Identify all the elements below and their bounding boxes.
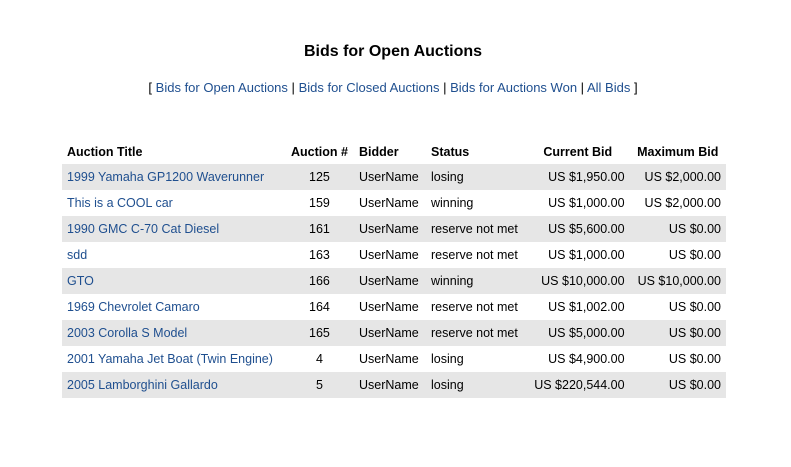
- cell-current-bid: US $1,000.00: [548, 248, 625, 262]
- table-row: GTO 166 UserName winning US $10,000.00 U…: [62, 268, 726, 294]
- cell-status: reserve not met: [431, 300, 518, 314]
- cell-bidder: UserName: [359, 196, 419, 210]
- auction-title-link[interactable]: This is a COOL car: [67, 196, 173, 210]
- cell-status: losing: [426, 164, 526, 190]
- cell-auction-title: 1990 GMC C-70 Cat Diesel: [62, 216, 285, 242]
- cell-maximum-bid: US $0.00: [668, 352, 721, 366]
- table-row: 2003 Corolla S Model 165 UserName reserv…: [62, 320, 726, 346]
- cell-bidder: UserName: [359, 300, 419, 314]
- nav-separator: |: [580, 80, 585, 95]
- cell-auction-number: 4: [315, 352, 323, 366]
- cell-maximum-bid: US $0.00: [668, 300, 721, 314]
- table-row: 2005 Lamborghini Gallardo 5 UserName los…: [62, 372, 726, 398]
- cell-current-bid: US $5,600.00: [525, 216, 630, 242]
- cell-status: reserve not met: [426, 320, 526, 346]
- auction-title-link[interactable]: 2005 Lamborghini Gallardo: [67, 378, 218, 392]
- cell-bidder: UserName: [354, 372, 426, 398]
- cell-bidder: UserName: [359, 352, 419, 366]
- nav-separator: |: [291, 80, 295, 95]
- cell-maximum-bid: US $0.00: [668, 248, 721, 262]
- bids-table: Auction Title Auction # Bidder Status Cu…: [62, 140, 726, 398]
- cell-bidder: UserName: [354, 268, 426, 294]
- nav-separator: |: [443, 80, 447, 95]
- cell-auction-number: 166: [284, 268, 354, 294]
- cell-bidder: UserName: [359, 248, 419, 262]
- cell-bidder: UserName: [354, 320, 426, 346]
- cell-auction-number: 5: [284, 372, 354, 398]
- cell-auction-title: This is a COOL car: [62, 190, 285, 216]
- nav-open-bracket: [: [148, 80, 153, 95]
- cell-current-bid: US $1,950.00: [525, 164, 630, 190]
- header-current-bid: Current Bid: [543, 145, 613, 159]
- cell-auction-number: 125: [284, 164, 354, 190]
- cell-bidder: UserName: [354, 216, 426, 242]
- header-auction-title: Auction Title: [67, 145, 143, 159]
- auction-title-link[interactable]: 1969 Chevrolet Camaro: [67, 300, 200, 314]
- cell-auction-title: 2005 Lamborghini Gallardo: [62, 372, 285, 398]
- table-row: 1969 Chevrolet Camaro 164 UserName reser…: [62, 294, 726, 320]
- cell-current-bid: US $1,002.00: [548, 300, 625, 314]
- cell-bidder: UserName: [354, 164, 426, 190]
- nav-link-auctions-won[interactable]: Bids for Auctions Won: [450, 80, 577, 95]
- page-title: Bids for Open Auctions: [303, 43, 483, 60]
- cell-current-bid: US $1,000.00: [548, 196, 625, 210]
- cell-auction-number: 165: [284, 320, 354, 346]
- cell-auction-number: 164: [309, 300, 330, 314]
- cell-auction-number: 163: [309, 248, 330, 262]
- cell-maximum-bid: US $2,000.00: [644, 196, 721, 210]
- auction-nav-bar: [ Bids for Open Auctions | Bids for Clos…: [0, 80, 786, 95]
- table-row: sdd 163 UserName reserve not met US $1,0…: [62, 242, 726, 268]
- table-row: This is a COOL car 159 UserName winning …: [62, 190, 726, 216]
- table-row: 2001 Yamaha Jet Boat (Twin Engine) 4 Use…: [62, 346, 726, 372]
- cell-status: losing: [431, 352, 464, 366]
- cell-current-bid: US $5,000.00: [525, 320, 630, 346]
- cell-status: winning: [426, 268, 526, 294]
- cell-status: reserve not met: [431, 248, 518, 262]
- auction-title-link[interactable]: 2001 Yamaha Jet Boat (Twin Engine): [67, 352, 273, 366]
- cell-auction-title: 2001 Yamaha Jet Boat (Twin Engine): [62, 346, 285, 372]
- auction-title-link[interactable]: 1999 Yamaha GP1200 Waverunner: [67, 170, 264, 184]
- cell-maximum-bid: US $0.00: [629, 372, 726, 398]
- cell-maximum-bid: US $0.00: [629, 216, 726, 242]
- header-bidder: Bidder: [359, 145, 399, 159]
- cell-status: reserve not met: [426, 216, 526, 242]
- auction-title-link[interactable]: sdd: [67, 248, 87, 262]
- header-auction-number: Auction #: [290, 145, 348, 159]
- cell-auction-title: GTO: [62, 268, 285, 294]
- cell-maximum-bid: US $2,000.00: [629, 164, 726, 190]
- auction-title-link[interactable]: GTO: [67, 274, 94, 288]
- cell-auction-title: 2003 Corolla S Model: [62, 320, 285, 346]
- cell-status: winning: [431, 196, 474, 210]
- auction-title-link[interactable]: 1990 GMC C-70 Cat Diesel: [67, 222, 219, 236]
- table-row: 1999 Yamaha GP1200 Waverunner 125 UserNa…: [62, 164, 726, 190]
- header-status: Status: [431, 145, 470, 159]
- auction-title-link[interactable]: 2003 Corolla S Model: [67, 326, 187, 340]
- cell-auction-number: 161: [284, 216, 354, 242]
- cell-maximum-bid: US $10,000.00: [629, 268, 726, 294]
- header-maximum-bid: Maximum Bid: [637, 145, 719, 159]
- nav-link-all-bids[interactable]: All Bids: [587, 80, 630, 95]
- cell-current-bid: US $10,000.00: [525, 268, 630, 294]
- cell-auction-title: sdd: [62, 242, 285, 268]
- cell-auction-title: 1969 Chevrolet Camaro: [62, 294, 285, 320]
- nav-close-bracket: ]: [633, 80, 638, 95]
- nav-link-open-auctions[interactable]: Bids for Open Auctions: [156, 80, 288, 95]
- cell-status: losing: [426, 372, 526, 398]
- nav-link-closed-auctions[interactable]: Bids for Closed Auctions: [299, 80, 440, 95]
- cell-auction-title: 1999 Yamaha GP1200 Waverunner: [62, 164, 285, 190]
- cell-maximum-bid: US $0.00: [629, 320, 726, 346]
- cell-current-bid: US $220,544.00: [525, 372, 630, 398]
- cell-auction-number: 159: [309, 196, 330, 210]
- table-row: 1990 GMC C-70 Cat Diesel 161 UserName re…: [62, 216, 726, 242]
- table-header-row: Auction Title Auction # Bidder Status Cu…: [62, 140, 726, 164]
- cell-current-bid: US $4,900.00: [548, 352, 625, 366]
